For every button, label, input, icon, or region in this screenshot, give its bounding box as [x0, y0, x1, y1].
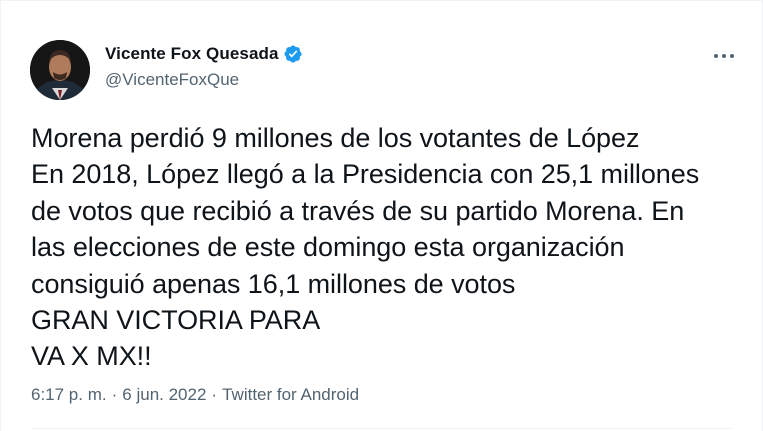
- author-row: Vicente Fox Quesada: [105, 44, 303, 64]
- tweet-meta: 6:17 p. m. · 6 jun. 2022 · Twitter for A…: [31, 385, 359, 405]
- tweet-line: consiguió apenas 16,1 millones de votos: [31, 268, 516, 299]
- bottom-divider: [31, 428, 732, 429]
- tweet-time[interactable]: 6:17 p. m.: [31, 385, 107, 405]
- tweet-line: de votos que recibió a través de su part…: [31, 195, 685, 226]
- tweet-line: GRAN VICTORIA PARA: [31, 305, 321, 336]
- meta-separator: ·: [211, 385, 218, 404]
- tweet-card: Vicente Fox Quesada @VicenteFoxQue Moren…: [0, 0, 763, 431]
- more-options-icon[interactable]: [711, 45, 737, 67]
- author-name[interactable]: Vicente Fox Quesada: [105, 44, 279, 64]
- tweet-source[interactable]: Twitter for Android: [222, 385, 359, 405]
- verified-badge-icon: [283, 44, 303, 64]
- top-divider: [1, 0, 762, 1]
- tweet-line: Morena perdió 9 millones de los votantes…: [31, 123, 640, 153]
- tweet-line: En 2018, López llegó a la Presidencia co…: [31, 159, 700, 190]
- avatar[interactable]: [30, 40, 90, 100]
- meta-separator: ·: [111, 385, 118, 404]
- tweet-line: las elecciones de este domingo esta orga…: [31, 232, 625, 263]
- tweet-line: VA X MX!!: [31, 341, 152, 372]
- author-handle[interactable]: @VicenteFoxQue: [105, 70, 239, 90]
- tweet-date[interactable]: 6 jun. 2022: [122, 385, 206, 405]
- tweet-text: Morena perdió 9 millones de los votantes…: [31, 120, 751, 375]
